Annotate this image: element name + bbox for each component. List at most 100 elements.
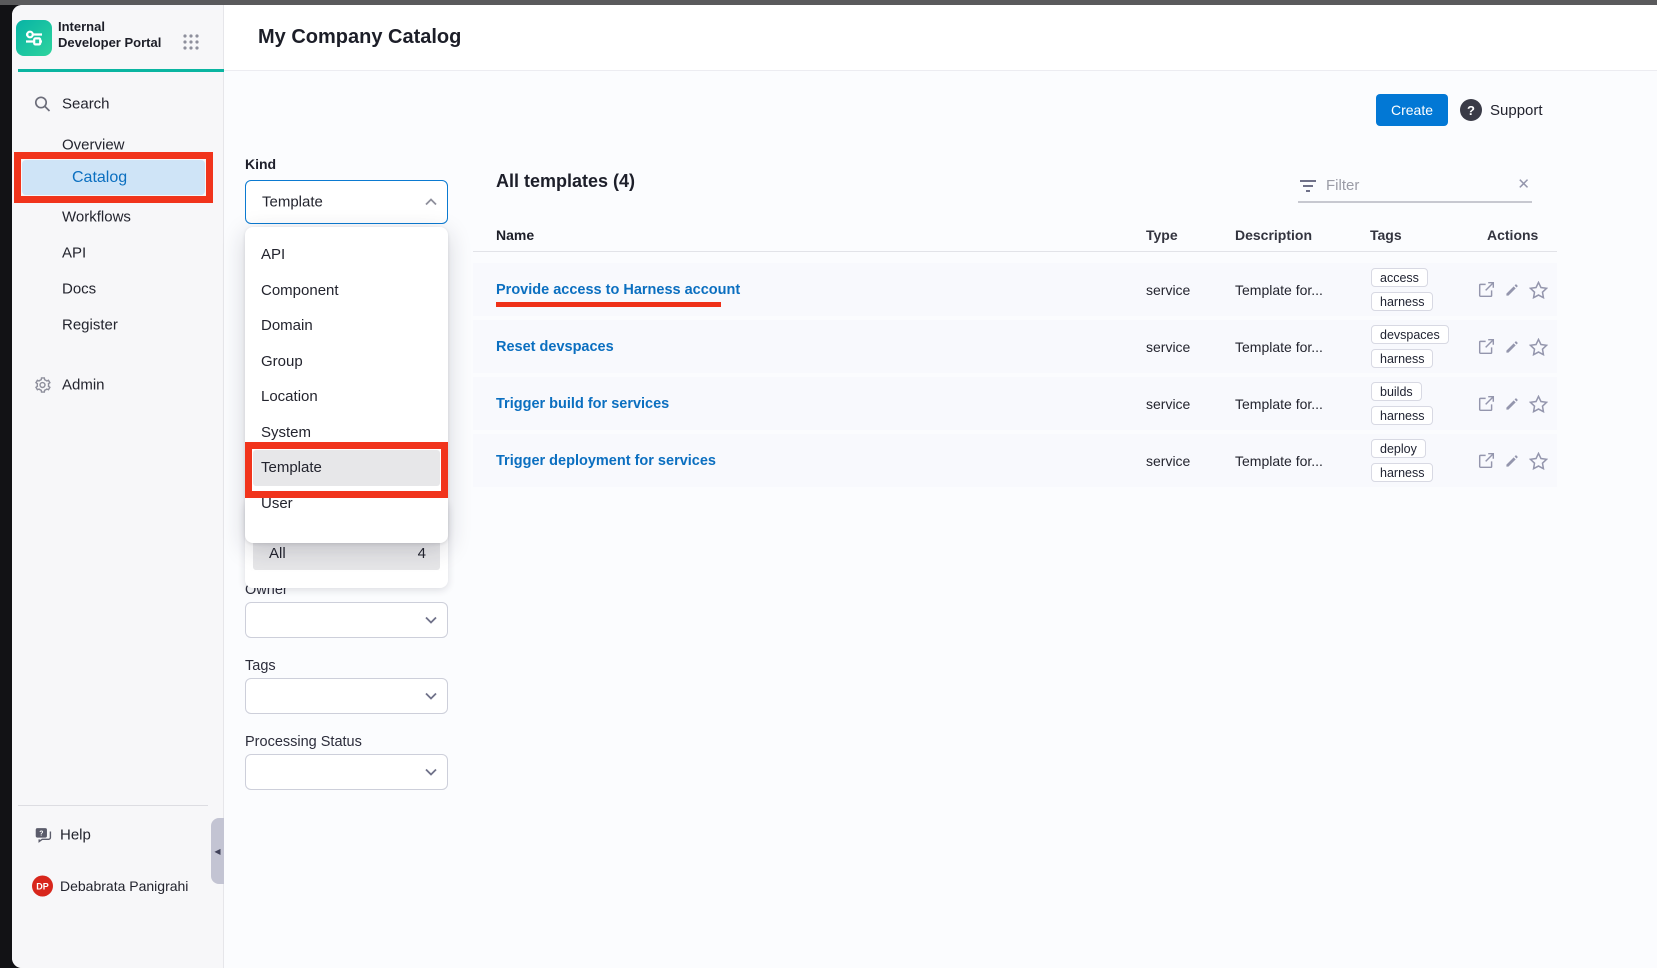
- dropdown-option-location[interactable]: Location: [245, 379, 448, 415]
- tag-chip: deploy: [1371, 439, 1426, 458]
- option-label: Domain: [261, 317, 313, 334]
- option-label: System: [261, 424, 311, 441]
- tags-select[interactable]: [245, 678, 448, 714]
- table-row: Trigger deployment for services service …: [473, 434, 1557, 487]
- sidebar-divider: [18, 69, 224, 72]
- option-label: Location: [261, 388, 318, 405]
- avatar: DP: [32, 876, 53, 897]
- kind-select-value: Template: [262, 194, 323, 211]
- sidebar-item-label: Register: [62, 317, 118, 334]
- row-description: Template for...: [1235, 453, 1323, 469]
- open-in-new-icon[interactable]: [1478, 395, 1495, 412]
- column-header-actions: Actions: [1487, 227, 1538, 243]
- processing-status-filter-label: Processing Status: [245, 734, 362, 750]
- template-link[interactable]: Reset devspaces: [496, 339, 614, 355]
- sidebar-item-workflows[interactable]: Workflows: [12, 200, 224, 234]
- sidebar-bottom-divider: [18, 805, 208, 806]
- search-label: Search: [62, 96, 110, 113]
- star-icon[interactable]: [1529, 281, 1548, 299]
- create-button-label: Create: [1391, 102, 1433, 118]
- app-logo-icon: [16, 20, 52, 56]
- sidebar-item-label: Docs: [62, 281, 96, 298]
- row-type: service: [1146, 339, 1190, 355]
- row-description: Template for...: [1235, 282, 1323, 298]
- table-row: Reset devspaces service Template for... …: [473, 320, 1557, 373]
- chevron-up-icon: [425, 198, 437, 206]
- star-icon[interactable]: [1529, 395, 1548, 413]
- sidebar-item-label: API: [62, 245, 86, 262]
- edit-pencil-icon[interactable]: [1504, 453, 1520, 469]
- question-circle-icon: ?: [1460, 99, 1482, 121]
- option-label: Group: [261, 353, 303, 370]
- chevron-down-icon: [425, 768, 437, 776]
- open-in-new-icon[interactable]: [1478, 338, 1495, 355]
- sidebar: Internal Developer Portal Search Overvie…: [12, 5, 224, 968]
- star-icon[interactable]: [1529, 452, 1548, 470]
- app-title: Internal Developer Portal: [58, 19, 168, 51]
- page-title: My Company Catalog: [258, 26, 461, 49]
- filter-funnel-icon: [1298, 177, 1318, 195]
- template-link[interactable]: Provide access to Harness account: [496, 282, 740, 298]
- row-type: service: [1146, 282, 1190, 298]
- tags-filter-label: Tags: [245, 658, 276, 674]
- tag-chip: harness: [1371, 406, 1433, 425]
- user-menu[interactable]: DP Debabrata Panigrahi: [12, 869, 224, 903]
- option-label: API: [261, 246, 285, 263]
- dropdown-option-component[interactable]: Component: [245, 273, 448, 309]
- table-row: Provide access to Harness account servic…: [473, 263, 1557, 316]
- create-button[interactable]: Create: [1376, 94, 1448, 126]
- filter-input[interactable]: [1326, 172, 1496, 198]
- row-type: service: [1146, 396, 1190, 412]
- open-in-new-icon[interactable]: [1478, 452, 1495, 469]
- annotation-box-template: [245, 442, 448, 498]
- owner-select[interactable]: [245, 602, 448, 638]
- edit-pencil-icon[interactable]: [1504, 282, 1520, 298]
- dropdown-option-group[interactable]: Group: [245, 344, 448, 380]
- sidebar-item-label: Workflows: [62, 209, 131, 226]
- sidebar-item-help[interactable]: ? Help: [12, 818, 224, 852]
- sidebar-item-api[interactable]: API: [12, 236, 224, 270]
- row-description: Template for...: [1235, 339, 1323, 355]
- table-title: All templates (4): [496, 171, 635, 192]
- dropdown-option-api[interactable]: API: [245, 237, 448, 273]
- dropdown-option-domain[interactable]: Domain: [245, 308, 448, 344]
- column-header-description: Description: [1235, 227, 1312, 243]
- support-button[interactable]: ? Support: [1460, 99, 1543, 121]
- clear-filter-icon[interactable]: ✕: [1517, 175, 1530, 193]
- star-icon[interactable]: [1529, 338, 1548, 356]
- chevron-down-icon: [425, 692, 437, 700]
- edit-pencil-icon[interactable]: [1504, 396, 1520, 412]
- option-label: Component: [261, 282, 339, 299]
- sidebar-collapse-handle[interactable]: ◀: [211, 818, 224, 884]
- tag-chip: harness: [1371, 349, 1433, 368]
- edit-pencil-icon[interactable]: [1504, 339, 1520, 355]
- row-type: service: [1146, 453, 1190, 469]
- tag-chip: harness: [1371, 463, 1433, 482]
- processing-status-select[interactable]: [245, 754, 448, 790]
- template-link[interactable]: Trigger build for services: [496, 396, 669, 412]
- kind-filter-label: Kind: [245, 156, 276, 172]
- annotation-underline-provide-access: [496, 302, 721, 307]
- support-label: Support: [1490, 102, 1543, 119]
- page-header: My Company Catalog: [224, 5, 1657, 71]
- table-row: Trigger build for services service Templ…: [473, 377, 1557, 430]
- column-header-name: Name: [496, 227, 534, 243]
- tag-chip: devspaces: [1371, 325, 1449, 344]
- open-in-new-icon[interactable]: [1478, 281, 1495, 298]
- template-link[interactable]: Trigger deployment for services: [496, 453, 716, 469]
- annotation-box-catalog: [14, 152, 213, 203]
- tag-chip: builds: [1371, 382, 1422, 401]
- sidebar-item-admin[interactable]: Admin: [12, 368, 224, 402]
- gear-icon: [34, 377, 51, 394]
- sidebar-item-docs[interactable]: Docs: [12, 272, 224, 306]
- kind-select[interactable]: Template: [245, 180, 448, 224]
- sidebar-item-register[interactable]: Register: [12, 308, 224, 342]
- row-description: Template for...: [1235, 396, 1323, 412]
- sidebar-search[interactable]: Search: [12, 87, 224, 121]
- table-filter: ✕: [1298, 170, 1532, 203]
- circuit-logo-glyph: [23, 27, 45, 49]
- apps-grid-icon[interactable]: [182, 33, 200, 51]
- search-icon: [34, 96, 51, 113]
- column-header-type: Type: [1146, 227, 1178, 243]
- app-window: Internal Developer Portal Search Overvie…: [12, 5, 1657, 968]
